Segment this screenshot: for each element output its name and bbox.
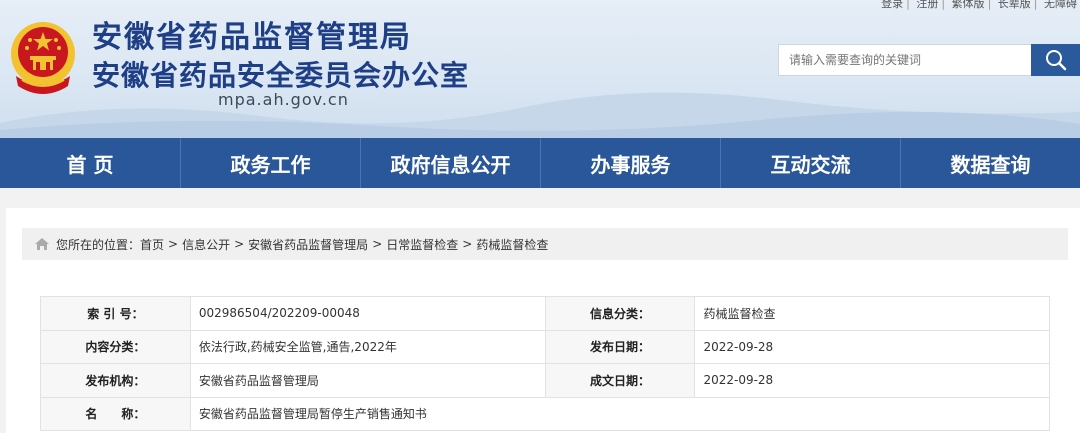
search-box — [778, 44, 1080, 76]
document-name-value: 安徽省药品监督管理局暂停生产销售通知书 — [189, 396, 1051, 431]
nav-item-services[interactable]: 办事服务 — [540, 138, 720, 188]
traditional-link[interactable]: 繁体版 — [949, 0, 988, 10]
info-category-label: 信息分类： — [544, 296, 696, 331]
nav-item-interaction[interactable]: 互动交流 — [720, 138, 900, 188]
created-date-label: 成文日期： — [544, 363, 696, 398]
search-icon — [1046, 50, 1067, 71]
publishing-agency-label: 发布机构： — [40, 363, 191, 398]
publish-date-label: 发布日期： — [544, 329, 696, 364]
accessibility-link[interactable]: 无障碍 — [1041, 0, 1080, 10]
content-category-value: 依法行政,药械安全监管,通告,2022年 — [189, 329, 546, 364]
content-category-label: 内容分类： — [40, 329, 191, 364]
table-row: 名 称： 安徽省药品监督管理局暂停生产销售通知书 — [40, 396, 1051, 431]
nav-item-data-query[interactable]: 数据查询 — [900, 138, 1080, 188]
login-link[interactable]: 登录 — [878, 0, 906, 10]
breadcrumb-item-info-disclosure[interactable]: 信息公开 — [182, 236, 230, 253]
breadcrumb-item-device-inspection[interactable]: 药械监督检查 — [476, 236, 548, 253]
index-number-label: 索 引 号： — [40, 296, 191, 331]
breadcrumb-separator: > — [234, 237, 245, 251]
nav-item-government-affairs[interactable]: 政务工作 — [180, 138, 360, 188]
site-header: 登录 | 注册 | 繁体版 | 长辈版 | 无障碍 安徽省药品监督管理局 安徽省药品安全… — [0, 0, 1080, 138]
breadcrumb-separator: > — [462, 237, 473, 251]
breadcrumb-item-agency[interactable]: 安徽省药品监督管理局 — [248, 236, 368, 253]
content-card: 您所在的位置： 首页 > 信息公开 > 安徽省药品监督管理局 > 日常监督检查 … — [6, 208, 1080, 433]
site-title-sub: 安徽省药品安全委员会办公室 — [92, 59, 470, 92]
register-link[interactable]: 注册 — [913, 0, 941, 10]
table-row: 内容分类： 依法行政,药械安全监管,通告,2022年 发布日期： 2022-09… — [40, 329, 1050, 364]
table-row: 发布机构： 安徽省药品监督管理局 成文日期： 2022-09-28 — [40, 363, 1050, 398]
breadcrumb-separator: > — [168, 237, 179, 251]
nav-item-home[interactable]: 首 页 — [0, 138, 180, 188]
home-icon — [34, 237, 50, 251]
index-number-value: 002986504/202209-00048 — [189, 296, 546, 331]
breadcrumb: 您所在的位置： 首页 > 信息公开 > 安徽省药品监督管理局 > 日常监督检查 … — [22, 228, 1068, 260]
breadcrumb-prefix: 您所在的位置： — [56, 237, 141, 252]
publish-date-value: 2022-09-28 — [694, 329, 1050, 364]
national-emblem-icon — [11, 22, 75, 94]
table-row: 索 引 号： 002986504/202209-00048 信息分类： 药械监督… — [40, 296, 1050, 331]
elderly-link[interactable]: 长辈版 — [995, 0, 1034, 10]
created-date-value: 2022-09-28 — [694, 363, 1050, 398]
main-nav: 首 页 政务工作 政府信息公开 办事服务 互动交流 数据查询 — [0, 138, 1080, 188]
breadcrumb-item-home[interactable]: 首页 — [140, 236, 164, 253]
document-info-table: 索 引 号： 002986504/202209-00048 信息分类： 药械监督… — [40, 296, 1051, 431]
nav-item-information-disclosure[interactable]: 政府信息公开 — [360, 138, 540, 188]
document-name-label: 名 称： — [40, 396, 191, 431]
breadcrumb-item-daily-inspection[interactable]: 日常监督检查 — [386, 236, 458, 253]
info-category-value: 药械监督检查 — [694, 296, 1050, 331]
search-button[interactable] — [1031, 44, 1080, 76]
top-links: 登录 | 注册 | 繁体版 | 长辈版 | 无障碍 — [878, 0, 1080, 11]
site-domain: mpa.ah.gov.cn — [218, 90, 349, 109]
publishing-agency-value: 安徽省药品监督管理局 — [189, 363, 546, 398]
breadcrumb-separator: > — [372, 237, 383, 251]
site-title-main: 安徽省药品监督管理局 — [92, 20, 412, 55]
search-input[interactable] — [779, 45, 1031, 75]
